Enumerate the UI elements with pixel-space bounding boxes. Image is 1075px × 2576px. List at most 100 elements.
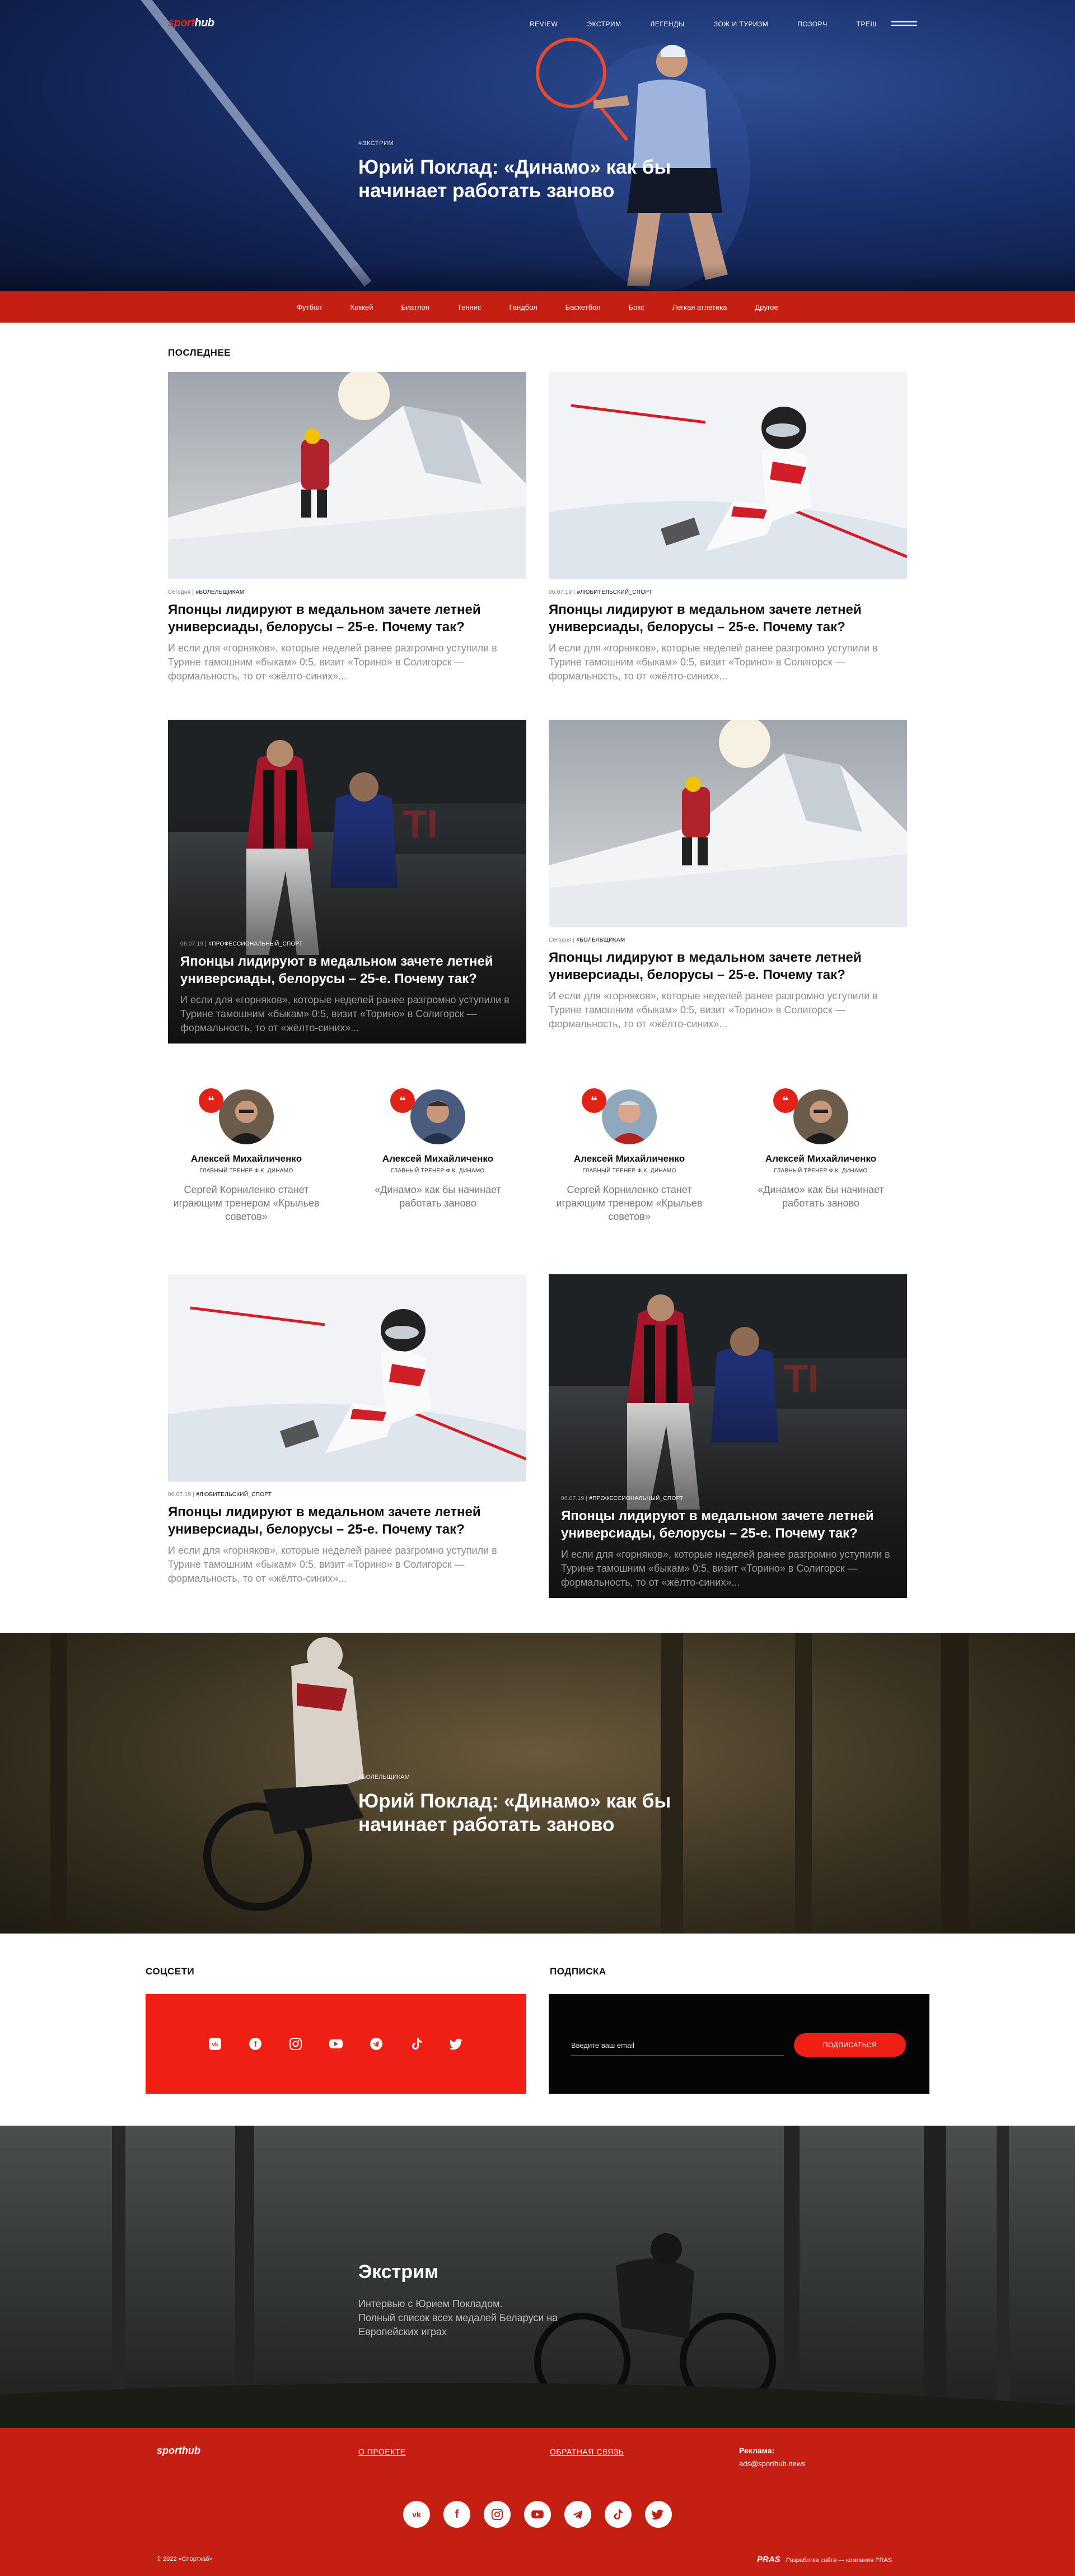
- avatar: [410, 1089, 465, 1144]
- ad-email-link[interactable]: ads@sporthub.news: [739, 2459, 806, 2468]
- quote-card[interactable]: ❝ Алексей Михайличенко ГЛАВНЫЙ ТРЕНЕР Ф.…: [545, 1088, 713, 1223]
- site-logo[interactable]: sporthub: [168, 17, 214, 30]
- category-other[interactable]: Другое: [755, 303, 778, 311]
- article-image[interactable]: [168, 1274, 526, 1482]
- nav-review[interactable]: REVIEW: [530, 20, 558, 28]
- twitter-icon[interactable]: [446, 2033, 468, 2055]
- category-basketball[interactable]: Баскетбол: [565, 303, 601, 311]
- developer-credit[interactable]: PRAS Разработка сайта — компания PRAS: [757, 2555, 892, 2564]
- nav-trash[interactable]: ТРЕШ: [857, 20, 877, 28]
- banner-tag[interactable]: #БОЛЕЛЬЩИКАМ: [358, 1774, 410, 1781]
- article-excerpt: И если для «горняков», которые неделей р…: [180, 994, 510, 1033]
- tiktok-icon[interactable]: [406, 2033, 427, 2055]
- subscribe-button[interactable]: ПОДПИСАТЬСЯ: [794, 2033, 906, 2057]
- facebook-icon[interactable]: f: [443, 2501, 470, 2528]
- quote-card[interactable]: ❝ Алексей Михайличенко ГЛАВНЫЙ ТРЕНЕР Ф.…: [737, 1088, 905, 1210]
- extreme-title[interactable]: Экстрим: [358, 2260, 694, 2284]
- footer-social-links: vk f: [0, 2501, 1075, 2528]
- article-excerpt: И если для «горняков», которые неделей р…: [549, 990, 878, 1030]
- quote-card[interactable]: ❝ Алексей Михайличенко ГЛАВНЫЙ ТРЕНЕР Ф.…: [354, 1088, 522, 1210]
- article-title[interactable]: Японцы лидируют в медальном зачете летне…: [168, 1503, 526, 1538]
- article-card-featured[interactable]: TI 06.07.19 | #ПРОФЕССИОНАЛЬНЫЙ_СПОРТ Яп…: [168, 720, 526, 1044]
- category-tennis[interactable]: Теннис: [457, 303, 482, 311]
- subscribe-label: ПОДПИСКА: [550, 1966, 606, 1977]
- biker-image: [50, 1633, 969, 1934]
- youtube-icon[interactable]: [524, 2501, 551, 2528]
- copyright: © 2022 «Спортхаб»: [157, 2556, 213, 2563]
- article-tag[interactable]: #ЛЮБИТЕЛЬСКИЙ_СПОРТ: [196, 1492, 272, 1498]
- instagram-icon[interactable]: [484, 2501, 511, 2528]
- article-image[interactable]: [168, 372, 526, 579]
- quote-icon: ❝: [773, 1088, 798, 1113]
- category-hockey[interactable]: Хоккей: [350, 303, 373, 311]
- article-tag[interactable]: #БОЛЕЛЬЩИКАМ: [196, 589, 245, 595]
- category-football[interactable]: Футбол: [297, 303, 321, 311]
- article-card-featured[interactable]: TI 06.07.19 | #ПРОФЕССИОНАЛЬНЫЙ_СПОРТ Яп…: [549, 1274, 907, 1598]
- avatar: [219, 1089, 274, 1144]
- nav-legends[interactable]: ЛЕГЕНДЫ: [651, 20, 685, 28]
- twitter-icon[interactable]: [645, 2501, 672, 2528]
- article-excerpt: И если для «горняков», которые неделей р…: [549, 642, 878, 682]
- category-boxing[interactable]: Бокс: [629, 303, 644, 311]
- article-title[interactable]: Японцы лидируют в медальном зачете летне…: [168, 601, 526, 636]
- quote-icon: ❝: [390, 1088, 415, 1113]
- banner-title[interactable]: Юрий Поклад: «Динамо» как бы начинает ра…: [358, 1790, 694, 1837]
- extreme-banner[interactable]: Экстрим Интервью с Юрием Покладом. Полны…: [0, 2126, 1075, 2428]
- article-card[interactable]: 06.07.19 | #ЛЮБИТЕЛЬСКИЙ_СПОРТ Японцы ли…: [549, 372, 907, 683]
- article-card[interactable]: Сегодня | #БОЛЕЛЬЩИКАМ Японцы лидируют в…: [549, 720, 907, 1031]
- hero-title[interactable]: Юрий Поклад: «Динамо» как бы начинает ра…: [358, 156, 761, 203]
- youtube-icon[interactable]: [325, 2033, 347, 2055]
- article-excerpt: И если для «горняков», которые неделей р…: [561, 1549, 890, 1588]
- article-image[interactable]: [549, 372, 907, 579]
- hero-tag[interactable]: #ЭКСТРИМ: [358, 140, 394, 147]
- article-card[interactable]: 06.07.19 | #ЛЮБИТЕЛЬСКИЙ_СПОРТ Японцы ли…: [168, 1274, 526, 1586]
- social-label: СОЦСЕТИ: [146, 1966, 195, 1977]
- article-tag[interactable]: #БОЛЕЛЬЩИКАМ: [577, 937, 625, 943]
- feature-banner[interactable]: #БОЛЕЛЬЩИКАМ Юрий Поклад: «Динамо» как б…: [0, 1633, 1075, 1934]
- article-title[interactable]: Японцы лидируют в медальном зачете летне…: [561, 1507, 895, 1542]
- about-link[interactable]: О ПРОЕКТЕ: [358, 2447, 406, 2456]
- subscribe-box: ПОДПИСАТЬСЯ: [549, 1994, 929, 2094]
- menu-icon[interactable]: [891, 21, 917, 27]
- article-card[interactable]: Сегодня | #БОЛЕЛЬЩИКАМ Японцы лидируют в…: [168, 372, 526, 683]
- tennis-player-image: [536, 38, 750, 291]
- telegram-icon[interactable]: [366, 2033, 387, 2055]
- article-title[interactable]: Японцы лидируют в медальном зачете летне…: [180, 953, 514, 987]
- extreme-description: Интервью с Юрием Покладом. Полный список…: [358, 2298, 558, 2337]
- category-athletics[interactable]: Легкая атлетика: [672, 303, 727, 311]
- article-tag[interactable]: #ПРОФЕССИОНАЛЬНЫЙ_СПОРТ: [589, 1496, 683, 1502]
- category-biathlon[interactable]: Биатлон: [401, 303, 429, 311]
- vk-icon[interactable]: vk: [204, 2033, 226, 2055]
- quote-card[interactable]: ❝ Алексей Михайличенко ГЛАВНЫЙ ТРЕНЕР Ф.…: [162, 1088, 330, 1223]
- telegram-icon[interactable]: [564, 2501, 591, 2528]
- main-nav: REVIEW ЭКСТРИМ ЛЕГЕНДЫ ЗОЖ И ТУРИЗМ ПОЗО…: [530, 20, 906, 28]
- instagram-icon[interactable]: [285, 2033, 306, 2055]
- tiktok-icon[interactable]: [605, 2501, 632, 2528]
- email-field[interactable]: [571, 2039, 784, 2056]
- avatar: [602, 1089, 657, 1144]
- avatar: [793, 1089, 848, 1144]
- developer-logo: PRAS: [757, 2555, 780, 2564]
- article-title[interactable]: Японцы лидируют в медальном зачете летне…: [549, 949, 907, 984]
- nav-health-tourism[interactable]: ЗОЖ И ТУРИЗМ: [714, 20, 768, 28]
- feedback-link[interactable]: ОБРАТНАЯ СВЯЗЬ: [550, 2447, 624, 2456]
- article-tag[interactable]: #ЛЮБИТЕЛЬСКИЙ_СПОРТ: [577, 589, 652, 595]
- article-excerpt: И если для «горняков», которые неделей р…: [168, 1545, 497, 1584]
- article-excerpt: И если для «горняков», которые неделей р…: [168, 642, 497, 682]
- quote-icon: ❝: [199, 1088, 223, 1113]
- category-handball[interactable]: Гандбол: [509, 303, 537, 311]
- nav-shame[interactable]: ПОЗОРЧ: [797, 20, 827, 28]
- nav-extreme[interactable]: ЭКСТРИМ: [587, 20, 621, 28]
- latest-label: ПОСЛЕДНЕЕ: [168, 347, 231, 358]
- facebook-icon[interactable]: f: [245, 2033, 266, 2055]
- vk-icon[interactable]: vk: [403, 2501, 430, 2528]
- svg-text:f: f: [254, 2039, 257, 2048]
- ad-contact: Реклама: ads@sporthub.news: [739, 2446, 806, 2468]
- article-title[interactable]: Японцы лидируют в медальном зачете летне…: [549, 601, 907, 636]
- footer-logo[interactable]: sporthub: [157, 2445, 200, 2457]
- svg-text:vk: vk: [212, 2042, 218, 2048]
- category-bar: Футбол Хоккей Биатлон Теннис Гандбол Бас…: [0, 291, 1075, 323]
- article-tag[interactable]: #ПРОФЕССИОНАЛЬНЫЙ_СПОРТ: [208, 941, 302, 947]
- article-image[interactable]: [549, 720, 907, 927]
- quote-icon: ❝: [582, 1088, 606, 1113]
